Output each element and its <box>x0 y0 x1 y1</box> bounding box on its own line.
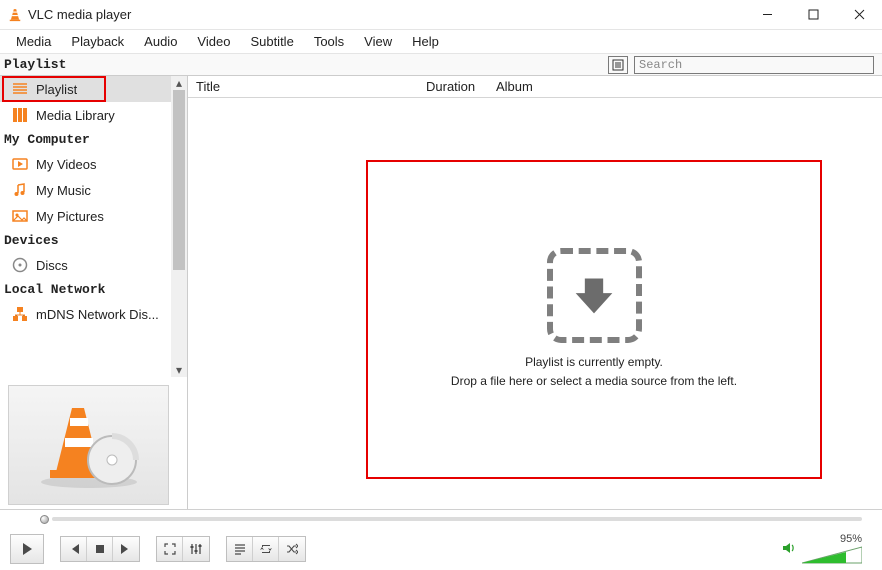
sidebar-item-media-library[interactable]: Media Library <box>0 102 187 128</box>
empty-playlist-message: Playlist is currently empty. Drop a file… <box>451 353 737 392</box>
window-controls <box>744 0 882 29</box>
scroll-handle[interactable] <box>173 90 185 270</box>
sidebar-item-discs[interactable]: Discs <box>0 252 187 278</box>
column-title[interactable]: Title <box>188 79 418 94</box>
sidebar-item-playlist[interactable]: Playlist <box>0 76 187 102</box>
sidebar-item-label: mDNS Network Dis... <box>36 307 159 322</box>
sidebar-item-mdns[interactable]: mDNS Network Dis... <box>0 301 187 327</box>
seek-track[interactable] <box>52 517 862 521</box>
media-library-icon <box>12 107 28 123</box>
sidebar-group-devices: Devices <box>0 229 187 252</box>
minimize-button[interactable] <box>744 0 790 29</box>
sidebar-item-my-music[interactable]: My Music <box>0 177 187 203</box>
sidebar-item-label: My Pictures <box>36 209 104 224</box>
mdns-icon <box>12 306 28 322</box>
play-button[interactable] <box>11 535 43 563</box>
speaker-icon[interactable] <box>782 541 796 558</box>
vlc-cone-art-icon <box>34 400 144 490</box>
sidebar-item-label: Discs <box>36 258 68 273</box>
menu-playback[interactable]: Playback <box>61 31 134 52</box>
window-title: VLC media player <box>28 7 131 22</box>
title-bar: VLC media player <box>0 0 882 30</box>
sidebar-item-label: My Videos <box>36 157 96 172</box>
extended-settings-button[interactable] <box>183 537 209 561</box>
close-button[interactable] <box>836 0 882 29</box>
loop-button[interactable] <box>253 537 279 561</box>
sidebar-item-label: My Music <box>36 183 91 198</box>
menu-tools[interactable]: Tools <box>304 31 354 52</box>
playlist-body[interactable]: Playlist is currently empty. Drop a file… <box>188 98 882 509</box>
panel-header: Playlist Search <box>0 54 882 76</box>
playlist-icon <box>12 81 28 97</box>
stop-button[interactable] <box>87 537 113 561</box>
shuffle-button[interactable] <box>279 537 305 561</box>
volume-percent-label: 95% <box>840 533 862 545</box>
scroll-down-arrow-icon[interactable]: ▾ <box>171 363 187 377</box>
playlist-panel: Title Duration Album Playlist is current… <box>188 76 882 509</box>
playlist-view-toggle-button[interactable] <box>608 56 628 74</box>
menu-bar: Media Playback Audio Video Subtitle Tool… <box>0 30 882 54</box>
videos-icon <box>12 156 28 172</box>
menu-audio[interactable]: Audio <box>134 31 187 52</box>
bottom-toolbar: 95% <box>0 509 882 570</box>
vlc-cone-icon <box>8 8 22 22</box>
previous-button[interactable] <box>61 537 87 561</box>
panel-title: Playlist <box>0 57 188 72</box>
column-duration[interactable]: Duration <box>418 79 488 94</box>
album-art-well <box>8 385 169 505</box>
scroll-up-arrow-icon[interactable]: ▴ <box>171 76 187 90</box>
seek-knob[interactable] <box>40 515 49 524</box>
sidebar-item-label: Media Library <box>36 108 115 123</box>
pictures-icon <box>12 208 28 224</box>
volume-slider[interactable] <box>802 545 862 565</box>
seek-bar[interactable] <box>0 510 882 528</box>
sidebar-item-my-pictures[interactable]: My Pictures <box>0 203 187 229</box>
sidebar-item-label: Playlist <box>36 82 77 97</box>
column-album[interactable]: Album <box>488 79 882 94</box>
sidebar-scrollbar[interactable]: ▴ ▾ <box>171 76 187 377</box>
volume-control: 95% <box>782 533 872 565</box>
drop-target-icon <box>547 248 642 343</box>
sidebar: Playlist Media Library My Computer My Vi… <box>0 76 188 509</box>
playback-button-group <box>10 534 44 564</box>
menu-video[interactable]: Video <box>187 31 240 52</box>
sidebar-group-local-network: Local Network <box>0 278 187 301</box>
sidebar-group-my-computer: My Computer <box>0 128 187 151</box>
search-input[interactable]: Search <box>634 56 874 74</box>
menu-help[interactable]: Help <box>402 31 449 52</box>
maximize-button[interactable] <box>790 0 836 29</box>
toggle-playlist-button[interactable] <box>227 537 253 561</box>
menu-media[interactable]: Media <box>6 31 61 52</box>
next-button[interactable] <box>113 537 139 561</box>
fullscreen-button[interactable] <box>157 537 183 561</box>
menu-view[interactable]: View <box>354 31 402 52</box>
disc-icon <box>12 257 28 273</box>
empty-playlist-dropzone[interactable]: Playlist is currently empty. Drop a file… <box>366 160 822 479</box>
playlist-columns-header: Title Duration Album <box>188 76 882 98</box>
music-icon <box>12 182 28 198</box>
sidebar-item-my-videos[interactable]: My Videos <box>0 151 187 177</box>
menu-subtitle[interactable]: Subtitle <box>240 31 303 52</box>
